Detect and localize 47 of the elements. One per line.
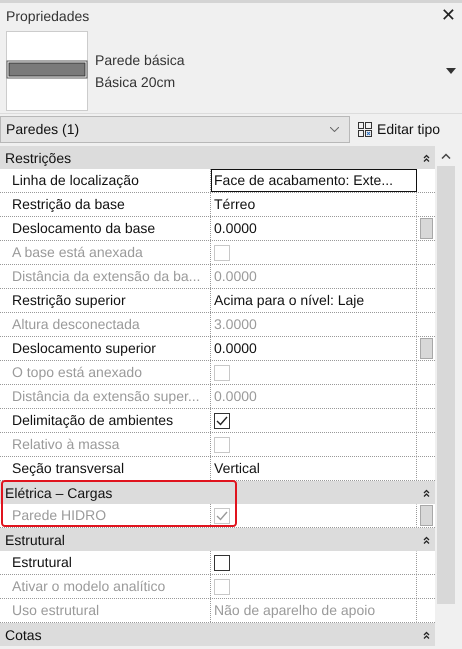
collapse-icon	[423, 630, 430, 638]
window-title: Propriedades	[6, 8, 90, 24]
property-name: A base está anexada	[0, 241, 211, 264]
property-value[interactable]: Acima para o nível: Laje	[211, 289, 417, 312]
checkbox[interactable]	[214, 412, 230, 428]
collapse-icon	[423, 536, 430, 544]
chevron-down-icon	[330, 126, 339, 132]
close-button[interactable]: ✕	[440, 5, 456, 26]
property-value[interactable]: 0.0000	[211, 217, 417, 240]
property-value[interactable]: 0.0000	[211, 337, 417, 360]
type-name: Básica 20cm	[95, 74, 176, 90]
property-name: Deslocamento superior	[0, 337, 211, 360]
property-name: Seção transversal	[0, 457, 211, 480]
checkbox[interactable]	[214, 554, 230, 570]
property-name: Linha de localização	[0, 169, 211, 192]
group-header[interactable]: Restrições	[0, 146, 435, 169]
property-value[interactable]: Vertical	[211, 457, 417, 480]
dropdown-arrow-icon	[446, 68, 456, 74]
category-dropdown[interactable]: Paredes (1)	[0, 116, 350, 142]
group-header[interactable]: Cotas	[0, 623, 435, 646]
property-name: Estrutural	[0, 551, 211, 574]
edit-type-button[interactable]: Editar tipo	[354, 119, 444, 139]
property-name: Restrição da base	[0, 193, 211, 216]
edit-type-icon	[358, 122, 373, 136]
collapse-icon	[423, 154, 430, 162]
property-name: Uso estrutural	[0, 599, 211, 622]
property-name: Parede HIDRO	[0, 504, 211, 527]
property-name: Deslocamento da base	[0, 217, 211, 240]
property-value[interactable]: Face de acabamento: Exte...	[211, 169, 417, 192]
spinner-button[interactable]	[420, 218, 432, 239]
property-name: Ativar o modelo analítico	[0, 575, 211, 598]
type-selector[interactable]: Parede básica Básica 20cm	[0, 28, 462, 114]
wall-preview-icon	[6, 30, 88, 110]
family-name: Parede básica	[95, 52, 186, 68]
property-value[interactable]: Térreo	[211, 193, 417, 216]
property-name: Distância da extensão da ba...	[0, 265, 211, 288]
group-header[interactable]: Estrutural	[0, 528, 435, 551]
property-name: Relativo à massa	[0, 433, 211, 456]
spinner-button[interactable]	[420, 338, 432, 359]
property-name: Restrição superior	[0, 289, 211, 312]
property-name: Distância da extensão super...	[0, 385, 211, 408]
collapse-icon	[423, 488, 430, 496]
group-header[interactable]: Elétrica – Cargas	[0, 481, 435, 504]
scroll-up-icon	[441, 153, 451, 159]
property-name: O topo está anexado	[0, 361, 211, 384]
property-name: Delimitação de ambientes	[0, 409, 211, 432]
property-name: Altura desconectada	[0, 313, 211, 336]
